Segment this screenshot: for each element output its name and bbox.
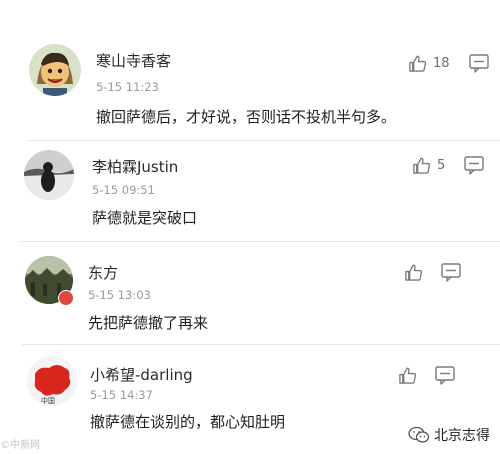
china-map-avatar[interactable]: 中国 — [27, 356, 77, 406]
comment-timestamp: 5-15 14:37 — [90, 388, 153, 402]
comment-text: 撤萨德在谈别的，都心知肚明 — [90, 413, 286, 431]
comment-username[interactable]: 小希望-darling — [90, 364, 193, 385]
comment-item: 中国 小希望-darling 5-15 14:37 撤萨德在谈别的，都心知肚明 — [0, 0, 500, 454]
account-name: 北京志得 — [434, 428, 490, 444]
svg-text:中国: 中国 — [41, 396, 55, 405]
reply-button[interactable] — [434, 364, 456, 386]
thumbs-up-icon — [399, 367, 417, 384]
comment-icon — [435, 366, 455, 385]
source-watermark: ©中新网 — [0, 440, 40, 451]
wechat-icon — [408, 426, 430, 443]
like-button[interactable] — [398, 364, 423, 386]
comment-feed-screen: 寒山寺香客 5-15 11:23 撤回萨德后，才好说，否则话不投机半句多。 18 — [0, 0, 500, 454]
account-watermark: 北京志得 — [408, 425, 490, 445]
